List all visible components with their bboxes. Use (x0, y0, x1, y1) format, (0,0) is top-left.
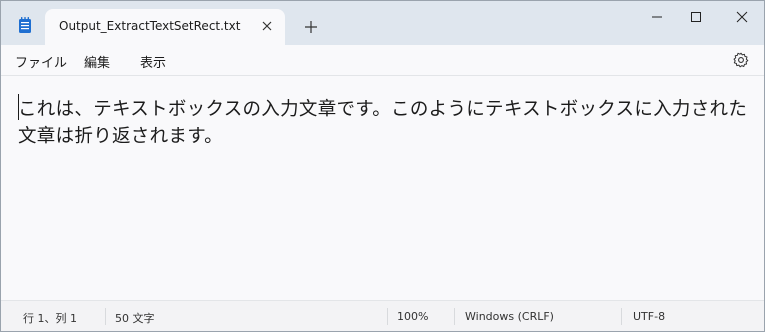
close-window-button[interactable] (727, 6, 757, 28)
notepad-icon (18, 16, 32, 34)
maximize-button[interactable] (681, 6, 711, 28)
line-ending[interactable]: Windows (CRLF) (465, 310, 554, 323)
gear-icon (733, 52, 749, 68)
character-count: 50 文字 (115, 312, 155, 325)
status-divider (387, 308, 388, 325)
zoom-level[interactable]: 100% (397, 310, 428, 323)
cursor-position[interactable]: 行 1、列 1 (23, 310, 77, 326)
minimize-icon (652, 16, 662, 18)
tab-document[interactable]: Output_ExtractTextSetRect.txt (45, 9, 285, 45)
editor-content[interactable]: これは、テキストボックスの入力文章です。このようにテキストボックスに入力された文… (18, 96, 758, 150)
maximize-icon (691, 12, 701, 22)
plus-icon (305, 21, 317, 33)
menu-view[interactable]: 表示 (140, 52, 166, 71)
menu-edit[interactable]: 編集 (84, 52, 110, 71)
settings-button[interactable] (732, 51, 750, 69)
status-bar: 行 1、列 1 50 文字 100% Windows (CRLF) UTF-8 (1, 300, 764, 331)
title-bar: Output_ExtractTextSetRect.txt (1, 1, 764, 45)
status-divider (454, 308, 455, 325)
notepad-window: Output_ExtractTextSetRect.txt ファイル 編集 表示… (0, 0, 765, 332)
status-divider (621, 308, 622, 325)
close-icon (736, 11, 748, 23)
menu-file[interactable]: ファイル (15, 52, 67, 71)
encoding[interactable]: UTF-8 (633, 310, 665, 323)
close-icon (262, 21, 272, 31)
status-divider (105, 308, 106, 325)
minimize-button[interactable] (642, 6, 672, 28)
text-editor[interactable]: これは、テキストボックスの入力文章です。このようにテキストボックスに入力された文… (1, 76, 764, 299)
menu-bar: ファイル 編集 表示 (1, 45, 764, 76)
tab-title: Output_ExtractTextSetRect.txt (59, 19, 241, 33)
tab-close-button[interactable] (259, 18, 275, 34)
new-tab-button[interactable] (301, 17, 321, 37)
